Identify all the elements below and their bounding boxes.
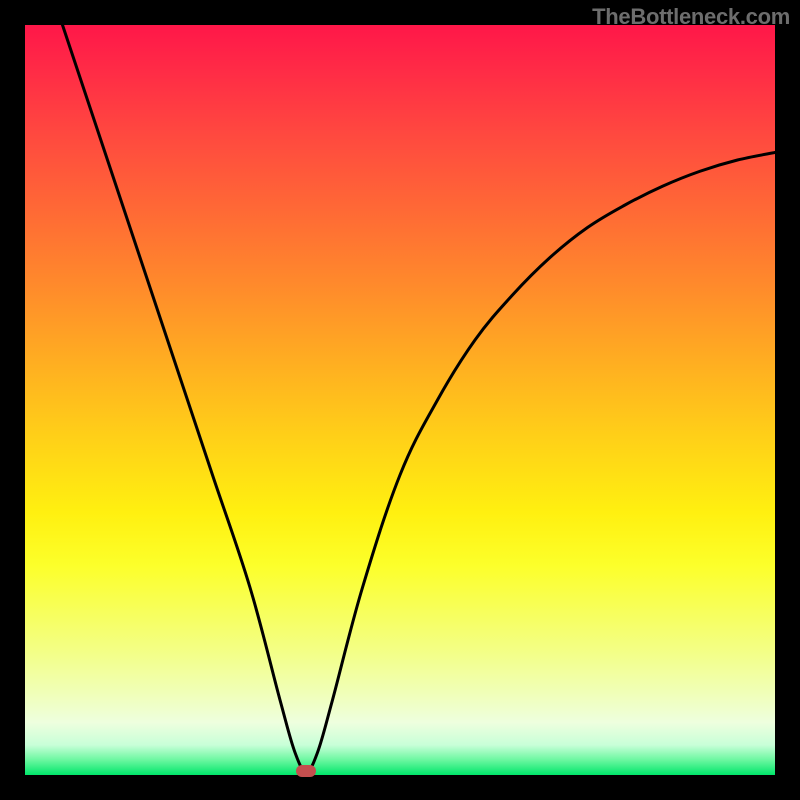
chart-frame: TheBottleneck.com — [0, 0, 800, 800]
bottleneck-curve-path — [63, 25, 776, 771]
watermark-text: TheBottleneck.com — [592, 4, 790, 30]
curve-svg — [25, 25, 775, 775]
plot-area — [25, 25, 775, 775]
optimum-marker — [296, 765, 316, 777]
